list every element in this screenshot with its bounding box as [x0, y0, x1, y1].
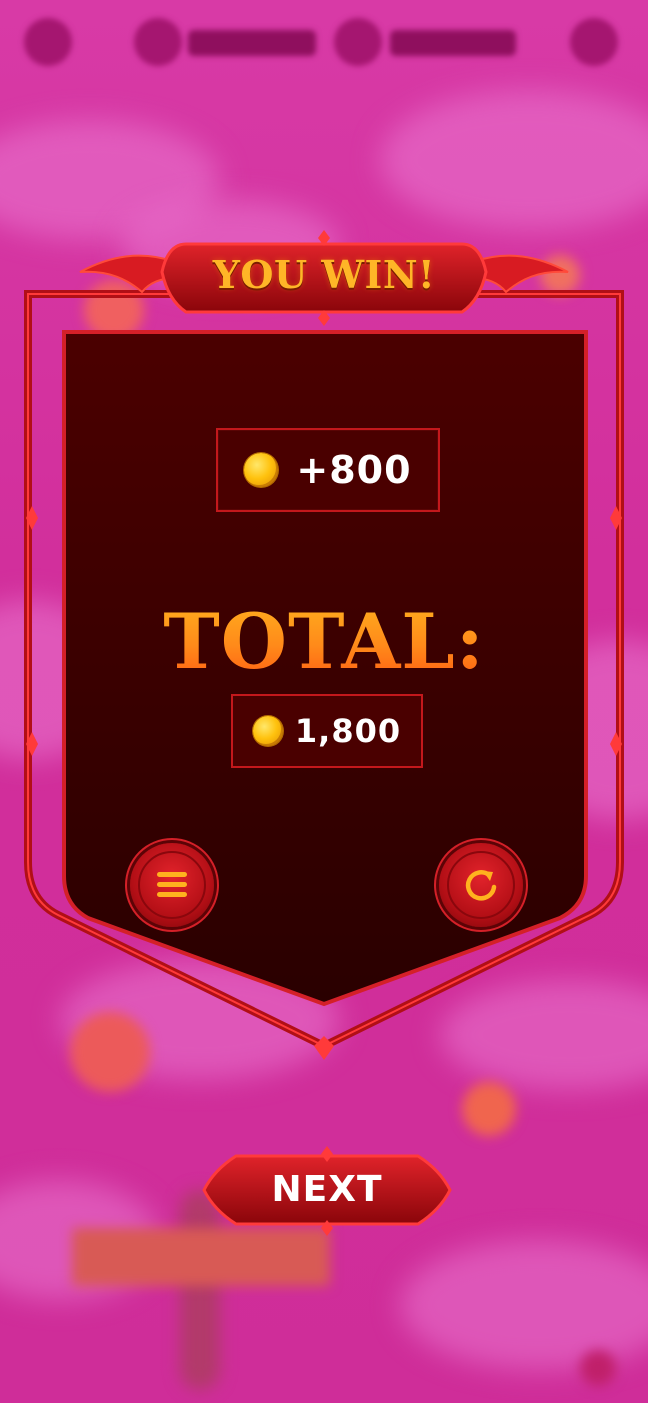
restart-button[interactable] [439, 843, 523, 927]
next-button-label: NEXT [271, 1168, 383, 1210]
menu-button[interactable] [130, 843, 214, 927]
modal-title: YOU WIN! [212, 251, 436, 297]
coin-icon [244, 453, 279, 487]
reward-box: +800 [216, 428, 440, 512]
coin-icon [252, 716, 283, 746]
total-box: 1,800 [231, 694, 423, 768]
reward-value: +800 [296, 448, 412, 492]
total-value: 1,800 [294, 712, 402, 750]
total-label: TOTAL: [120, 596, 528, 686]
menu-icon [157, 872, 187, 898]
